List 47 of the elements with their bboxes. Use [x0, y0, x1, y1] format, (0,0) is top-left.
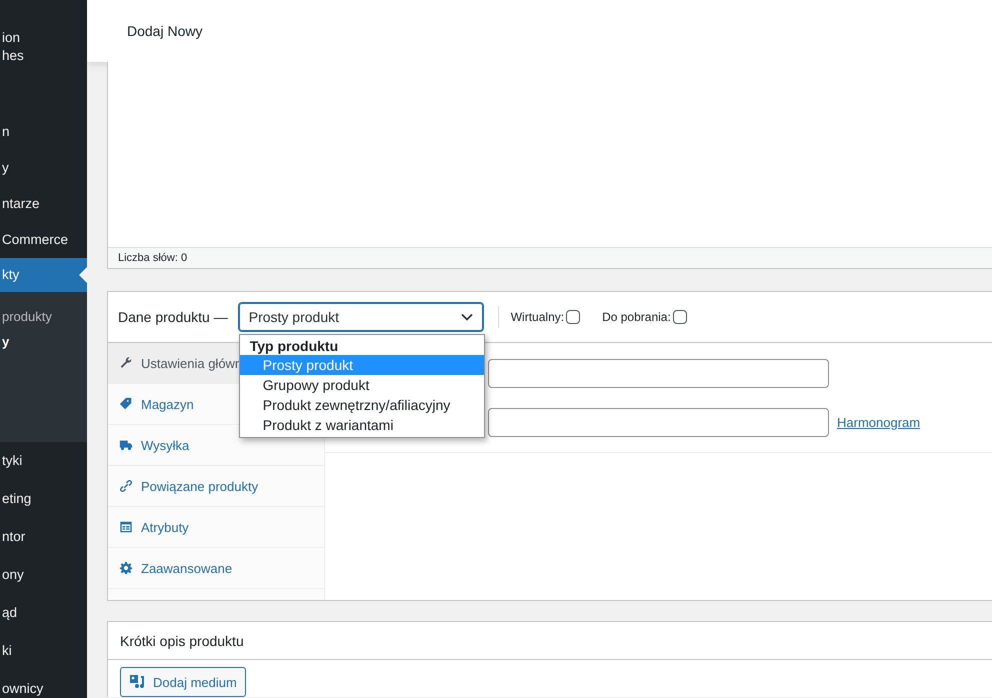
sidebar-item[interactable]: tyki [0, 442, 87, 480]
truck-icon [119, 438, 133, 452]
gear-icon [119, 561, 133, 575]
sidebar-item[interactable]: ąd [0, 594, 87, 632]
editor-area[interactable]: Liczba słów: 0 [107, 62, 992, 269]
sidebar-item[interactable]: n [0, 114, 87, 150]
checkbox-label: Wirtualny: [510, 310, 564, 324]
product-data-tab[interactable]: Zaawansowane [108, 556, 232, 580]
dropdown-option[interactable]: Produkt z wariantami [240, 415, 484, 435]
notch-icon [79, 267, 87, 283]
sidebar-item[interactable]: ony [0, 556, 87, 594]
sidebar-item[interactable]: kty [0, 258, 87, 292]
sidebar-item[interactable]: y [0, 150, 87, 186]
submenu-item[interactable]: y [0, 329, 87, 354]
product-data-tab[interactable]: Atrybuty [108, 516, 189, 538]
input-field[interactable] [488, 408, 829, 437]
word-count: Liczba słów: 0 [108, 247, 992, 268]
table-icon [119, 520, 133, 534]
product-type-select[interactable]: Prosty produkt [238, 302, 484, 332]
submenu-item[interactable]: produkty [0, 304, 87, 329]
product-data-tab[interactable]: Magazyn [108, 392, 194, 416]
checkbox-label: Do pobrania: [602, 310, 671, 324]
panel-title: Dane produktu — [118, 309, 228, 325]
sidebar-item[interactable]: ntor [0, 518, 87, 556]
page-title: Dodaj Nowy [127, 23, 202, 39]
panel-title: Krótki opis produktu [120, 632, 244, 648]
link-icon [119, 479, 133, 493]
sidebar-item[interactable]: ki [0, 632, 87, 670]
product-data-tab[interactable]: Powiązane produkty [108, 474, 258, 498]
sidebar-item[interactable]: ion hes [0, 20, 87, 74]
sidebar-item[interactable]: eting [0, 480, 87, 518]
tag-icon [119, 397, 133, 411]
media-icon [129, 674, 147, 690]
dropdown-option[interactable]: Produkt zewnętrzny/afiliacyjny [240, 395, 484, 415]
sidebar-item[interactable]: ntarze [0, 186, 87, 222]
wrench-icon [119, 356, 133, 370]
sidebar-item[interactable]: Commerce [0, 222, 87, 258]
schedule-link[interactable]: Harmonogram [837, 415, 920, 430]
dropdown-option[interactable]: Grupowy produkt [240, 375, 484, 395]
checkbox[interactable] [672, 310, 687, 324]
caret-icon [460, 313, 473, 321]
sidebar-item[interactable]: ownicy [0, 670, 87, 698]
checkbox[interactable] [566, 310, 580, 324]
input-field[interactable] [488, 359, 829, 388]
add-media-button[interactable]: Dodaj medium [120, 667, 246, 697]
product-data-tab[interactable]: Wysyłka [108, 434, 190, 456]
option-group-label: Typ produktu [248, 337, 340, 355]
